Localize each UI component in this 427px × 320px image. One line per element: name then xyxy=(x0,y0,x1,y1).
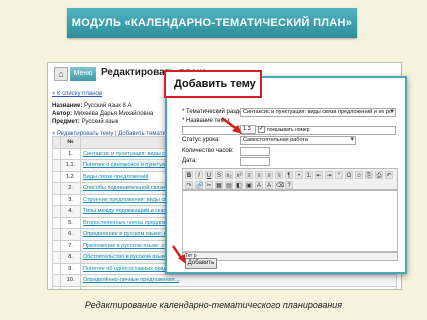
date-label: Дата: xyxy=(182,158,197,164)
toolbar-button[interactable]: A xyxy=(255,181,263,189)
show-number-checkbox[interactable]: ✓ xyxy=(258,126,265,133)
status-label: Статус урока: xyxy=(182,137,221,143)
row-checkbox[interactable] xyxy=(52,285,61,289)
slide-header-title: МОДУЛЬ «КАЛЕНДАРНО-ТЕМАТИЧЕСКИЙ ПЛАН» xyxy=(71,17,353,29)
toolbar-button[interactable]: A xyxy=(265,181,273,189)
toolbar-button[interactable]: ≡ xyxy=(255,171,263,179)
row-checkbox[interactable] xyxy=(52,147,61,160)
row-number: 10. xyxy=(60,274,81,287)
toolbar-button[interactable]: ⌫ xyxy=(275,181,284,189)
home-icon[interactable]: ⌂ xyxy=(54,67,68,81)
toolbar-button[interactable]: ≡ xyxy=(265,171,273,179)
toolbar-button[interactable]: ▣ xyxy=(245,181,253,189)
toolbar-button[interactable]: x² xyxy=(235,171,243,179)
row-checkbox[interactable] xyxy=(52,193,61,206)
toolbar-button[interactable]: B xyxy=(185,171,193,179)
menu-button[interactable]: Меню xyxy=(70,67,96,81)
slide-caption: Редактирование календарно-тематического … xyxy=(84,300,343,310)
arrow-to-number-icon xyxy=(221,117,242,134)
toolbar-button[interactable]: “ xyxy=(335,171,343,179)
row-number: 3. xyxy=(60,193,81,206)
arrow-to-add-button-icon xyxy=(171,245,186,264)
row-number: 5. xyxy=(60,216,81,229)
toolbar-button[interactable]: U xyxy=(205,171,213,179)
plan-name-label: Название: xyxy=(52,103,83,109)
row-number: 8. xyxy=(60,251,81,264)
row-number: 1.2. xyxy=(60,170,81,183)
row-checkbox[interactable] xyxy=(52,182,61,195)
row-checkbox[interactable] xyxy=(52,159,61,172)
row-number: 2. xyxy=(60,182,81,195)
toolbar-button[interactable]: ⇥ xyxy=(325,171,333,179)
plan-author-label: Автор: xyxy=(52,111,73,117)
toolbar-button[interactable]: ↶ xyxy=(385,171,393,179)
toolbar-button[interactable]: x₂ xyxy=(225,171,233,179)
row-checkbox[interactable] xyxy=(52,262,61,275)
row-number: 9. xyxy=(60,262,81,275)
row-number: 6. xyxy=(60,228,81,241)
toolbar-button[interactable]: ⎙ xyxy=(375,171,383,179)
row-checkbox[interactable] xyxy=(52,216,61,229)
dialog-title: Добавить тему xyxy=(164,70,262,98)
table-header-checkbox xyxy=(52,136,61,149)
toolbar-button[interactable]: ▤ xyxy=(225,181,233,189)
toolbar-button[interactable]: ⇤ xyxy=(315,171,323,179)
section-label: * Тематический раздел: xyxy=(182,109,248,115)
toolbar-button[interactable]: ◧ xyxy=(235,181,243,189)
toolbar-button[interactable]: ⎘ xyxy=(365,171,373,179)
table-row[interactable]: 11.Неопределённо-личные предложения xyxy=(52,285,397,289)
show-number-label: показывать номер xyxy=(267,127,310,133)
toolbar-button[interactable]: ☺ xyxy=(355,171,363,179)
toolbar-button[interactable]: 🔗 xyxy=(195,181,203,189)
topic-description-editor[interactable] xyxy=(182,190,398,252)
row-checkbox[interactable] xyxy=(52,228,61,241)
row-number: 7. xyxy=(60,239,81,252)
row-checkbox[interactable] xyxy=(52,170,61,183)
toolbar-button[interactable]: ≡ xyxy=(275,171,283,179)
toolbar-button[interactable]: ¶ xyxy=(285,171,293,179)
status-select[interactable]: Самостоятельная работа xyxy=(240,136,356,145)
slide-header: МОДУЛЬ «КАЛЕНДАРНО-ТЕМАТИЧЕСКИЙ ПЛАН» xyxy=(67,8,357,38)
row-checkbox[interactable] xyxy=(52,205,61,218)
editor-toolbar: B I U Sx₂ x² ≡ ≡ ≡ ≡ ¶ • 1. ⇤ ⇥ “Ω ☺ ⎘ ⎙ ↶ ↷ 🔗 ✂ ▦ ▤ ◧ ▣ A A ⌫? xyxy=(182,168,398,190)
toolbar-button[interactable]: S xyxy=(215,171,223,179)
hours-input[interactable] xyxy=(240,147,270,156)
table-header-number: № xyxy=(60,136,81,149)
row-number: 11. xyxy=(60,285,81,289)
plan-subject-value: Русский язык xyxy=(81,119,119,125)
date-input[interactable] xyxy=(240,157,270,166)
toolbar-button[interactable]: ▦ xyxy=(215,181,223,189)
row-number: 4. xyxy=(60,205,81,218)
toolbar-button[interactable]: ↷ xyxy=(185,181,193,189)
plan-author-value: Михеева Дарья Михайловна xyxy=(73,111,154,117)
table-row[interactable]: 10. Определённо-личные предложения... xyxy=(52,274,397,287)
toolbar-button[interactable]: ✂ xyxy=(205,181,213,189)
toolbar-button[interactable]: ? xyxy=(285,181,293,189)
row-number: 1.1. xyxy=(60,159,81,172)
toolbar-button[interactable]: • xyxy=(295,171,303,179)
section-select[interactable]: Синтаксис и пунктуация: виды связи предл… xyxy=(240,108,396,117)
row-topic-link[interactable]: Неопределённо-личные предложения xyxy=(80,285,397,289)
plan-subject-label: Предмет: xyxy=(52,119,80,125)
toolbar-button[interactable]: Ω xyxy=(345,171,353,179)
toolbar-button[interactable]: I xyxy=(195,171,203,179)
plan-name-value: Русский язык 8 А xyxy=(84,103,132,109)
toolbar-button[interactable]: 1. xyxy=(305,171,313,179)
row-checkbox[interactable] xyxy=(52,251,61,264)
row-number: 1. xyxy=(60,147,81,160)
hours-label: Количество часов: xyxy=(182,148,234,154)
row-topic-link[interactable]: Определённо-личные предложения... xyxy=(80,274,397,287)
row-checkbox[interactable] xyxy=(52,274,61,287)
row-checkbox[interactable] xyxy=(52,239,61,252)
toolbar-button[interactable]: ≡ xyxy=(245,171,253,179)
